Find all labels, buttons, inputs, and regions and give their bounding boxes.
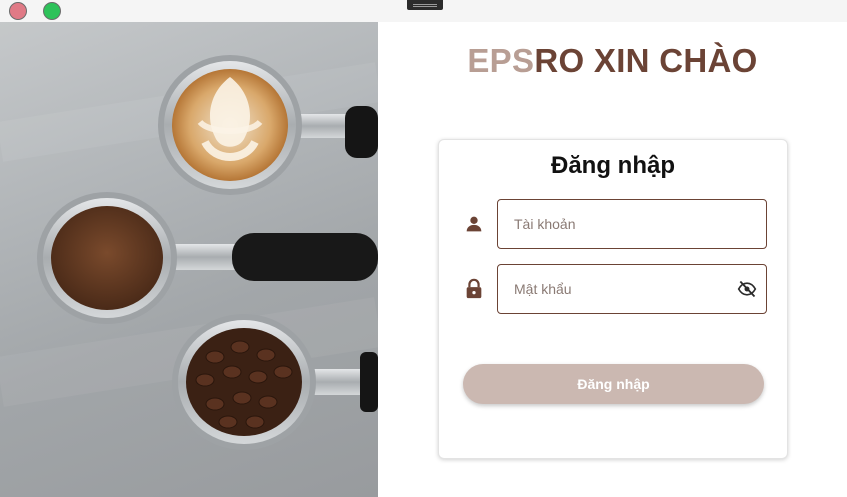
- lock-icon: [463, 278, 485, 300]
- maximize-window-button[interactable]: [43, 2, 61, 20]
- eye-off-icon[interactable]: [737, 279, 757, 299]
- username-input[interactable]: [497, 199, 767, 249]
- app-window: EPSRO XIN CHÀO Đăng nhập Đăng nhập: [0, 0, 847, 497]
- username-row: [463, 199, 767, 249]
- login-title: Đăng nhập: [551, 152, 675, 179]
- password-input[interactable]: [497, 264, 767, 314]
- coffee-illustration: [0, 55, 378, 450]
- close-window-button[interactable]: [9, 2, 27, 20]
- drag-handle[interactable]: [407, 0, 443, 10]
- coffee-hero-image: [0, 22, 378, 497]
- brand-heading-part1: EPS: [467, 42, 535, 79]
- title-bar: [0, 0, 847, 22]
- brand-heading-part2: RO XIN CHÀO: [534, 42, 758, 79]
- login-button[interactable]: Đăng nhập: [463, 364, 764, 404]
- brand-heading: EPSRO XIN CHÀO: [378, 42, 847, 80]
- password-row: [463, 264, 767, 314]
- person-icon: [463, 213, 485, 235]
- login-card: Đăng nhập Đăng nhập: [438, 139, 788, 459]
